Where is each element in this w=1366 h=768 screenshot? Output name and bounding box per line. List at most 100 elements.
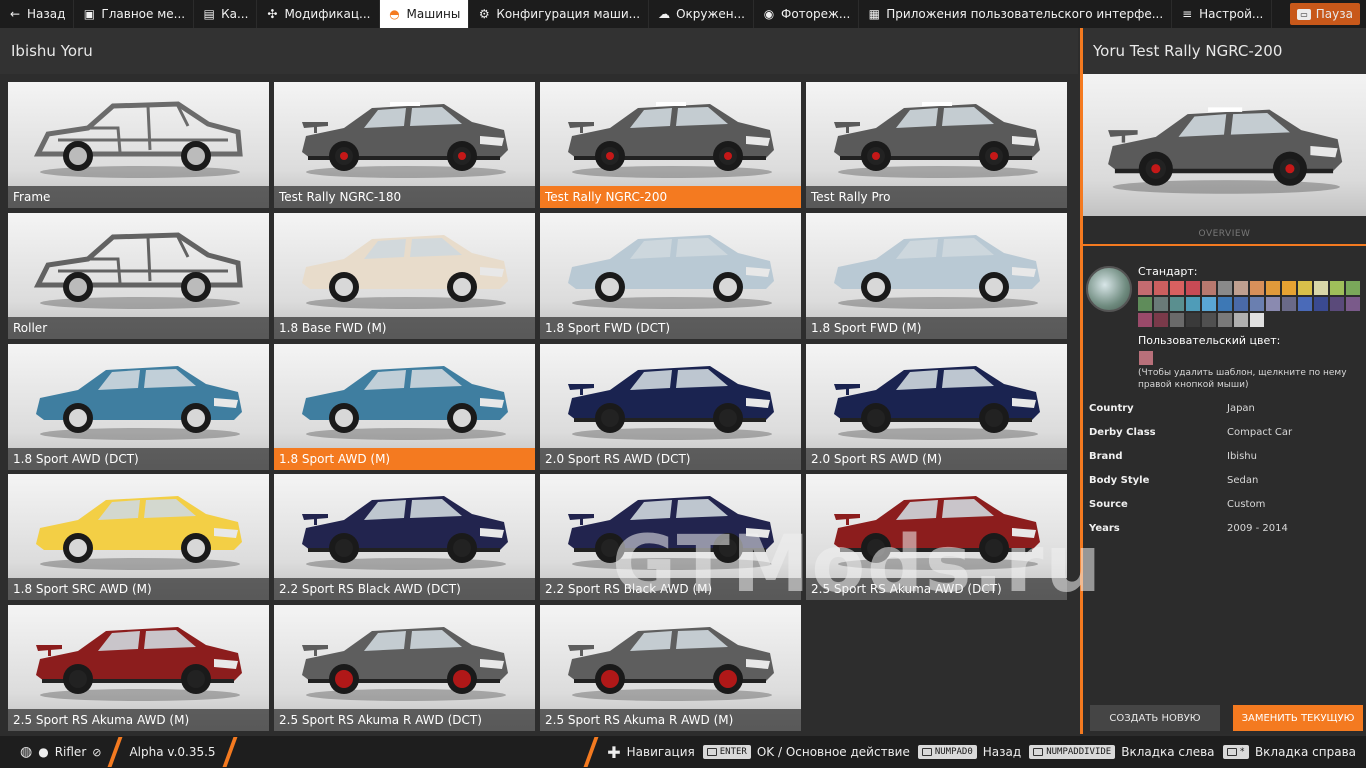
control-hint: NUMPAD0 Назад xyxy=(917,745,1021,759)
color-swatch[interactable] xyxy=(1266,281,1280,295)
color-swatch[interactable] xyxy=(1154,297,1168,311)
weather-icon: ☁ xyxy=(658,7,671,21)
color-swatch[interactable] xyxy=(1234,297,1248,311)
car-icon: ◓ xyxy=(389,7,400,21)
color-swatch[interactable] xyxy=(1314,297,1328,311)
color-swatch[interactable] xyxy=(1202,313,1216,327)
config-tile[interactable]: 1.8 Base FWD (M) xyxy=(274,213,535,339)
config-tile[interactable]: Test Rally NGRC-200 xyxy=(540,82,801,208)
tab-label: Машины xyxy=(406,7,461,21)
config-tile[interactable]: 2.5 Sport RS Akuma R AWD (DCT) xyxy=(274,605,535,731)
replace-current-button[interactable]: ЗАМЕНИТЬ ТЕКУЩУЮ xyxy=(1233,705,1363,731)
config-tile[interactable]: 2.0 Sport RS AWD (DCT) xyxy=(540,344,801,470)
color-swatch[interactable] xyxy=(1218,313,1232,327)
vehicle-properties: Country Japan Derby Class Compact Car Brand I… xyxy=(1089,396,1359,540)
color-swatch[interactable] xyxy=(1298,297,1312,311)
car-preview-image xyxy=(1108,107,1343,194)
key-label: NUMPAD0 xyxy=(934,747,973,757)
tab-back-arrow[interactable]: ← Назад xyxy=(0,0,75,28)
steam-icon: ● xyxy=(38,745,49,759)
tab-apps[interactable]: ▦ Приложения пользовательского интерфе... xyxy=(859,0,1173,28)
color-swatch[interactable] xyxy=(1330,297,1344,311)
color-swatch[interactable] xyxy=(1138,313,1152,327)
custom-color-hint: (Чтобы удалить шаблон, щелкните по нему … xyxy=(1138,368,1347,390)
config-tile[interactable]: 2.0 Sport RS AWD (M) xyxy=(806,344,1067,470)
tab-settings[interactable]: ≡ Настрой... xyxy=(1172,0,1273,28)
color-swatch[interactable] xyxy=(1298,281,1312,295)
globe-icon[interactable]: ◍ xyxy=(20,744,32,760)
color-swatch[interactable] xyxy=(1170,297,1184,311)
config-tile-label: 2.5 Sport RS Akuma AWD (DCT) xyxy=(806,578,1067,600)
create-new-button[interactable]: СОЗДАТЬ НОВУЮ xyxy=(1090,705,1220,731)
config-tile[interactable]: 1.8 Sport AWD (DCT) xyxy=(8,344,269,470)
config-tile[interactable]: 2.5 Sport RS Akuma AWD (DCT) xyxy=(806,474,1067,600)
color-swatch[interactable] xyxy=(1282,281,1296,295)
config-tile-label: 1.8 Sport AWD (M) xyxy=(274,448,535,470)
control-hint: NUMPADDIVIDE Вкладка слева xyxy=(1029,745,1215,759)
paint-preview-thumbnail xyxy=(1086,266,1132,312)
config-tile[interactable]: 2.5 Sport RS Akuma AWD (M) xyxy=(8,605,269,731)
color-swatch[interactable] xyxy=(1330,281,1344,295)
color-swatch[interactable] xyxy=(1234,313,1248,327)
engine-icon: ⚙ xyxy=(478,7,490,21)
color-swatch[interactable] xyxy=(1186,313,1200,327)
overview-tab[interactable]: OVERVIEW xyxy=(1083,224,1366,246)
tab-engine[interactable]: ⚙ Конфигурация маши... xyxy=(469,0,650,28)
property-key: Brand xyxy=(1089,450,1123,462)
config-tile[interactable]: Test Rally Pro xyxy=(806,82,1067,208)
config-tile[interactable]: 1.8 Sport FWD (M) xyxy=(806,213,1067,339)
config-tile-label: Test Rally NGRC-180 xyxy=(274,186,535,208)
tab-label: Окружен... xyxy=(676,7,745,21)
config-tile[interactable]: 2.2 Sport RS Black AWD (DCT) xyxy=(274,474,535,600)
property-value: Japan xyxy=(1227,402,1255,414)
color-swatch[interactable] xyxy=(1138,281,1152,295)
color-swatch[interactable] xyxy=(1202,281,1216,295)
tab-car[interactable]: ◓ Машины xyxy=(379,0,470,28)
tab-label: Главное ме... xyxy=(101,7,186,21)
config-tile[interactable]: 2.5 Sport RS Akuma R AWD (M) xyxy=(540,605,801,731)
color-swatch[interactable] xyxy=(1186,297,1200,311)
property-value: Compact Car xyxy=(1227,426,1293,438)
tab-main-menu[interactable]: ▣ Главное ме... xyxy=(74,0,195,28)
color-swatch[interactable] xyxy=(1154,281,1168,295)
config-tile[interactable]: Roller xyxy=(8,213,269,339)
car-thumbnail-image xyxy=(294,615,514,703)
tab-camera[interactable]: ◉ Фотореж... xyxy=(754,0,860,28)
config-tile[interactable]: Frame xyxy=(8,82,269,208)
tab-label: Фотореж... xyxy=(781,7,851,21)
color-swatch[interactable] xyxy=(1346,297,1360,311)
color-swatch[interactable] xyxy=(1250,313,1264,327)
car-thumbnail-image xyxy=(560,223,780,311)
color-swatch[interactable] xyxy=(1170,281,1184,295)
color-swatch[interactable] xyxy=(1346,281,1360,295)
color-swatch[interactable] xyxy=(1138,297,1152,311)
config-tile[interactable]: Test Rally NGRC-180 xyxy=(274,82,535,208)
standard-colors-label: Стандарт: xyxy=(1138,265,1198,278)
color-swatch[interactable] xyxy=(1154,313,1168,327)
tab-map[interactable]: ▤ Ка... xyxy=(194,0,258,28)
config-tile[interactable]: 1.8 Sport AWD (M) xyxy=(274,344,535,470)
config-tile[interactable]: 1.8 Sport SRC AWD (M) xyxy=(8,474,269,600)
color-swatch[interactable] xyxy=(1218,297,1232,311)
color-swatch[interactable] xyxy=(1250,297,1264,311)
selected-config-title: Yoru Test Rally NGRC-200 xyxy=(1083,28,1366,74)
config-tile[interactable]: 2.2 Sport RS Black AWD (M) xyxy=(540,474,801,600)
color-swatch[interactable] xyxy=(1282,297,1296,311)
color-swatch[interactable] xyxy=(1186,281,1200,295)
tab-label: Ка... xyxy=(221,7,249,21)
config-tile[interactable]: 1.8 Sport FWD (DCT) xyxy=(540,213,801,339)
tab-weather[interactable]: ☁ Окружен... xyxy=(649,0,754,28)
color-swatch[interactable] xyxy=(1266,297,1280,311)
color-swatch[interactable] xyxy=(1314,281,1328,295)
camera-icon: ◉ xyxy=(763,7,775,21)
settings-icon: ≡ xyxy=(1182,7,1193,21)
standard-color-palette xyxy=(1138,281,1362,327)
color-swatch[interactable] xyxy=(1250,281,1264,295)
color-swatch[interactable] xyxy=(1170,313,1184,327)
tab-puzzle[interactable]: ✣ Модификац... xyxy=(257,0,380,28)
custom-color-swatch[interactable] xyxy=(1139,351,1153,365)
color-swatch[interactable] xyxy=(1234,281,1248,295)
color-swatch[interactable] xyxy=(1202,297,1216,311)
pause-button[interactable]: ▭ Пауза xyxy=(1290,3,1360,25)
color-swatch[interactable] xyxy=(1218,281,1232,295)
